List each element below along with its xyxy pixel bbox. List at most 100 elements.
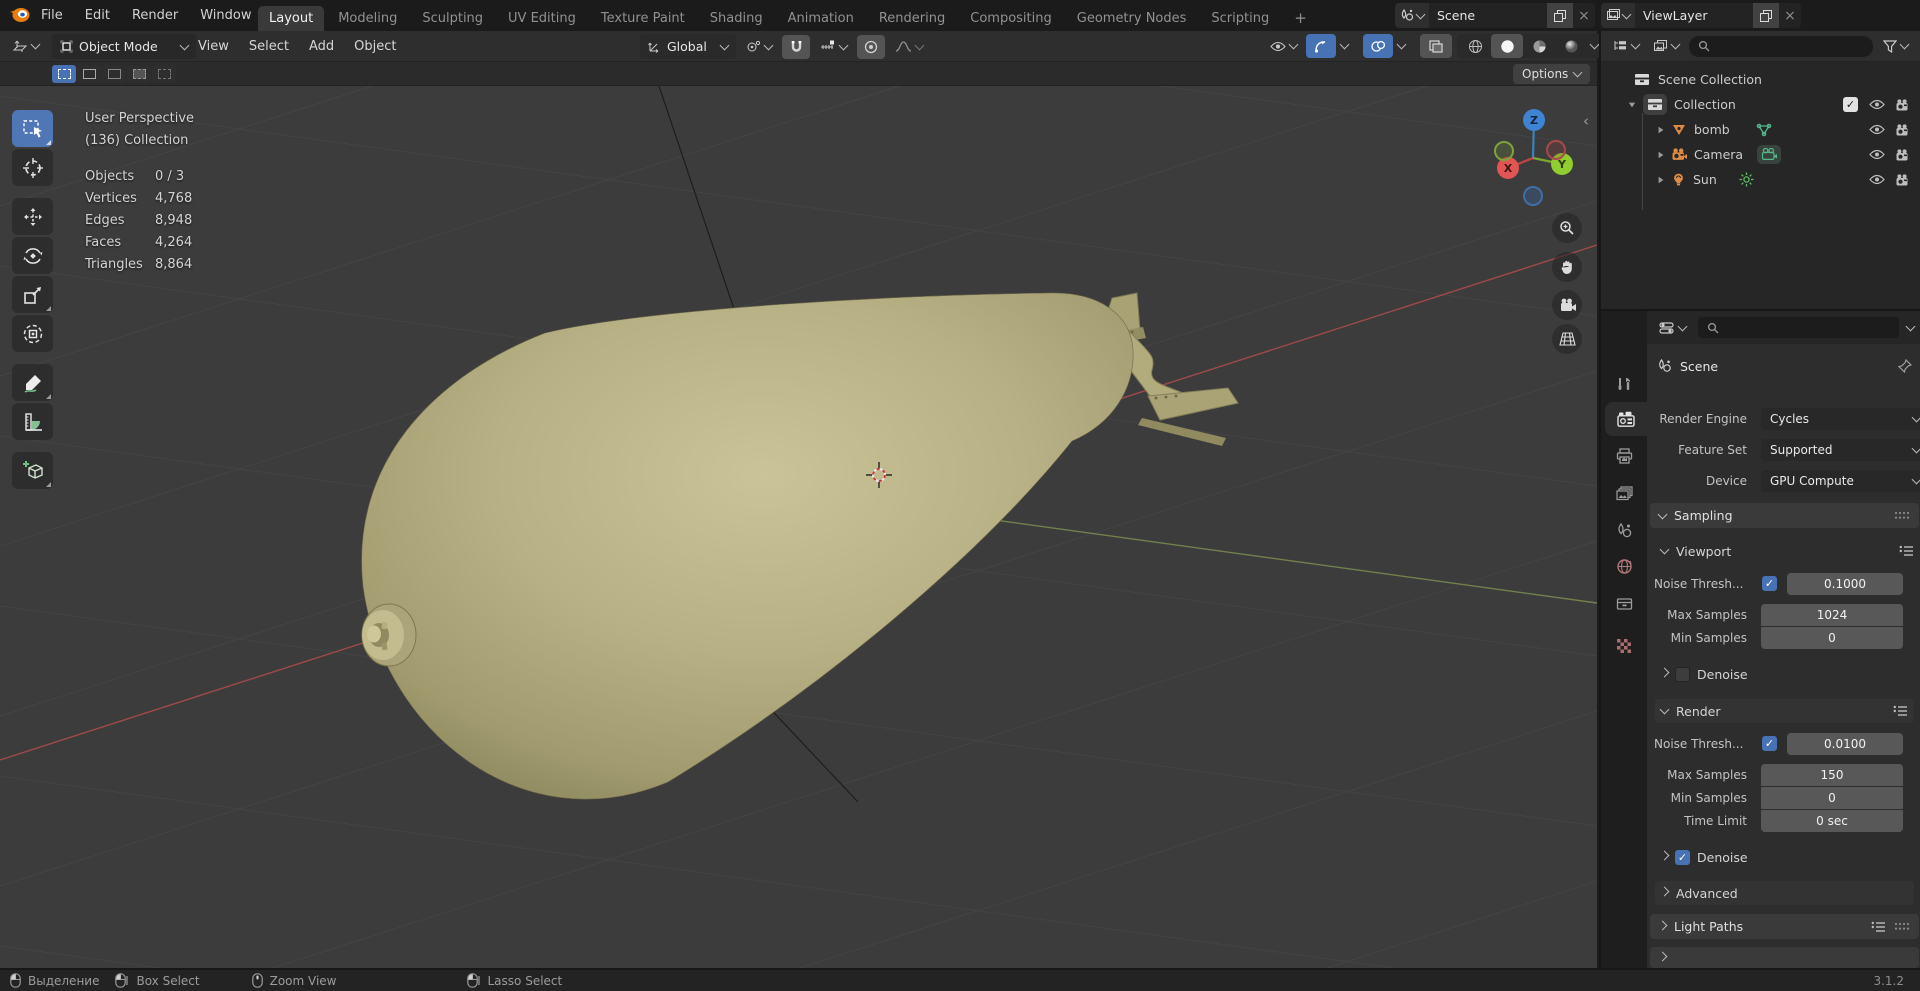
disable-render-camera-icon[interactable] xyxy=(1895,123,1910,136)
camera-view-button[interactable] xyxy=(1552,290,1582,320)
outliner-row-scene-collection[interactable]: Scene Collection xyxy=(1601,67,1920,92)
disable-render-camera-icon[interactable] xyxy=(1895,148,1910,161)
viewport-denoise-checkbox[interactable] xyxy=(1675,666,1690,682)
zoom-view-button[interactable] xyxy=(1552,213,1582,243)
disclosure-expanded-icon[interactable] xyxy=(1628,102,1636,107)
menu-add[interactable]: Add xyxy=(299,31,344,62)
tab-scene-properties[interactable] xyxy=(1601,513,1647,547)
time-limit-field[interactable]: 0 sec xyxy=(1761,810,1903,832)
scene-selector[interactable]: Scene × xyxy=(1395,3,1595,28)
tool-select-box[interactable] xyxy=(12,110,53,147)
hide-eye-icon[interactable] xyxy=(1869,174,1885,185)
outliner-display-mode-button[interactable] xyxy=(1649,34,1683,58)
sampling-viewport-subpanel[interactable]: Viewport xyxy=(1659,539,1914,563)
scene-name[interactable]: Scene xyxy=(1429,8,1547,23)
select-mode-set-button[interactable] xyxy=(52,65,76,83)
menu-select[interactable]: Select xyxy=(239,31,299,62)
tab-texture-paint[interactable]: Texture Paint xyxy=(590,6,696,31)
render-engine-dropdown[interactable]: Cycles xyxy=(1761,408,1920,430)
outliner-editor-type-button[interactable] xyxy=(1609,34,1643,58)
tab-viewlayer-properties[interactable] xyxy=(1601,476,1647,510)
tool-annotate[interactable] xyxy=(12,364,53,401)
tab-layout[interactable]: Layout xyxy=(258,6,325,31)
tab-collection-properties[interactable] xyxy=(1601,587,1647,621)
show-gizmo-toggle[interactable] xyxy=(1306,34,1336,58)
sidebar-toggle[interactable]: ‹ xyxy=(1583,112,1589,130)
navigation-gizmo[interactable]: Z X Y xyxy=(1482,96,1592,206)
tab-world-properties[interactable] xyxy=(1601,549,1647,583)
pin-icon[interactable] xyxy=(1898,359,1912,373)
close-viewlayer-icon[interactable]: × xyxy=(1779,8,1801,24)
disclosure-collapsed-icon[interactable] xyxy=(1658,151,1664,158)
disclosure-collapsed-icon[interactable] xyxy=(1658,126,1664,133)
disclosure-collapsed-icon[interactable] xyxy=(1658,176,1664,183)
overlays-dropdown[interactable] xyxy=(1394,34,1415,58)
drag-dots-icon[interactable] xyxy=(1894,922,1910,931)
hide-eye-icon[interactable] xyxy=(1869,124,1885,135)
render-min-samples-field[interactable]: 0 xyxy=(1761,787,1903,809)
transform-orientation-dropdown[interactable]: Global xyxy=(640,34,736,59)
menu-object[interactable]: Object xyxy=(344,31,406,62)
tab-output-properties[interactable] xyxy=(1601,439,1647,473)
noise-threshold-field[interactable]: 0.1000 xyxy=(1787,573,1903,595)
tool-scale[interactable] xyxy=(12,276,53,313)
tab-sculpting[interactable]: Sculpting xyxy=(411,6,494,31)
presets-icon[interactable] xyxy=(1893,705,1908,717)
properties-editor-type-button[interactable] xyxy=(1655,316,1690,340)
outliner-filter-button[interactable] xyxy=(1879,34,1912,58)
proportional-falloff-dropdown[interactable] xyxy=(891,35,927,59)
viewport-3d[interactable]: User Perspective (136) Collection Object… xyxy=(0,86,1597,968)
tool-add-cube[interactable] xyxy=(12,452,53,489)
outliner-search[interactable] xyxy=(1689,35,1873,57)
viewport-denoise-subpanel[interactable]: Denoise xyxy=(1659,664,1748,684)
properties-search[interactable] xyxy=(1698,317,1899,338)
tab-tool-properties[interactable] xyxy=(1601,367,1647,401)
object-visibility-dropdown[interactable] xyxy=(1266,34,1301,58)
shading-material-button[interactable] xyxy=(1523,34,1555,58)
tab-render-properties[interactable] xyxy=(1605,402,1647,436)
breadcrumb-label[interactable]: Scene xyxy=(1680,359,1718,374)
tab-texture-properties[interactable] xyxy=(1601,629,1647,663)
menu-view[interactable]: View xyxy=(188,31,239,62)
light-paths-panel-header[interactable]: Light Paths xyxy=(1650,914,1919,939)
render-noise-threshold-checkbox[interactable]: ✓ xyxy=(1762,736,1777,751)
shading-wireframe-button[interactable] xyxy=(1459,34,1491,58)
menu-edit[interactable]: Edit xyxy=(74,0,121,31)
select-mode-subtract-button[interactable] xyxy=(102,65,126,83)
render-max-samples-field[interactable]: 150 xyxy=(1761,764,1903,786)
options-button[interactable]: Options xyxy=(1513,64,1591,84)
copy-viewlayer-icon[interactable] xyxy=(1753,3,1779,28)
shading-rendered-button[interactable] xyxy=(1555,34,1587,58)
tab-animation[interactable]: Animation xyxy=(777,6,865,31)
tool-move[interactable] xyxy=(12,198,53,235)
tab-geometry-nodes[interactable]: Geometry Nodes xyxy=(1066,6,1198,31)
render-denoise-subpanel[interactable]: ✓ Denoise xyxy=(1659,847,1748,867)
tab-rendering[interactable]: Rendering xyxy=(868,6,956,31)
render-noise-threshold-field[interactable]: 0.0100 xyxy=(1787,733,1903,755)
device-dropdown[interactable]: GPU Compute xyxy=(1761,470,1920,492)
outliner-row-collection[interactable]: Collection ✓ xyxy=(1601,92,1920,117)
editor-type-button[interactable] xyxy=(8,34,43,58)
gizmo-axis-z-neg[interactable] xyxy=(1523,186,1543,206)
tab-compositing[interactable]: Compositing xyxy=(959,6,1063,31)
menu-file[interactable]: File xyxy=(30,0,74,31)
hide-eye-icon[interactable] xyxy=(1869,149,1885,160)
volumes-panel-header-clipped[interactable] xyxy=(1650,947,1919,968)
sampling-panel-header[interactable]: Sampling xyxy=(1650,503,1919,528)
grid-view-button[interactable] xyxy=(1552,324,1582,354)
tool-rotate[interactable] xyxy=(12,237,53,274)
presets-icon[interactable] xyxy=(1871,921,1886,933)
mode-selector[interactable]: Object Mode xyxy=(52,34,196,59)
advanced-subpanel[interactable]: Advanced xyxy=(1655,881,1914,905)
tool-measure[interactable] xyxy=(12,403,53,440)
add-workspace-button[interactable]: + xyxy=(1283,6,1318,31)
select-mode-intersect-button[interactable] xyxy=(152,65,176,83)
snap-target-dropdown[interactable] xyxy=(816,35,851,59)
viewlayer-selector[interactable]: ViewLayer × xyxy=(1601,3,1801,28)
feature-set-dropdown[interactable]: Supported xyxy=(1761,439,1920,461)
tab-uv-editing[interactable]: UV Editing xyxy=(497,6,587,31)
tool-transform[interactable] xyxy=(12,315,53,352)
collection-exclude-checkbox[interactable]: ✓ xyxy=(1843,97,1858,112)
show-overlays-toggle[interactable] xyxy=(1363,34,1393,58)
properties-options-dropdown[interactable] xyxy=(1905,321,1916,331)
